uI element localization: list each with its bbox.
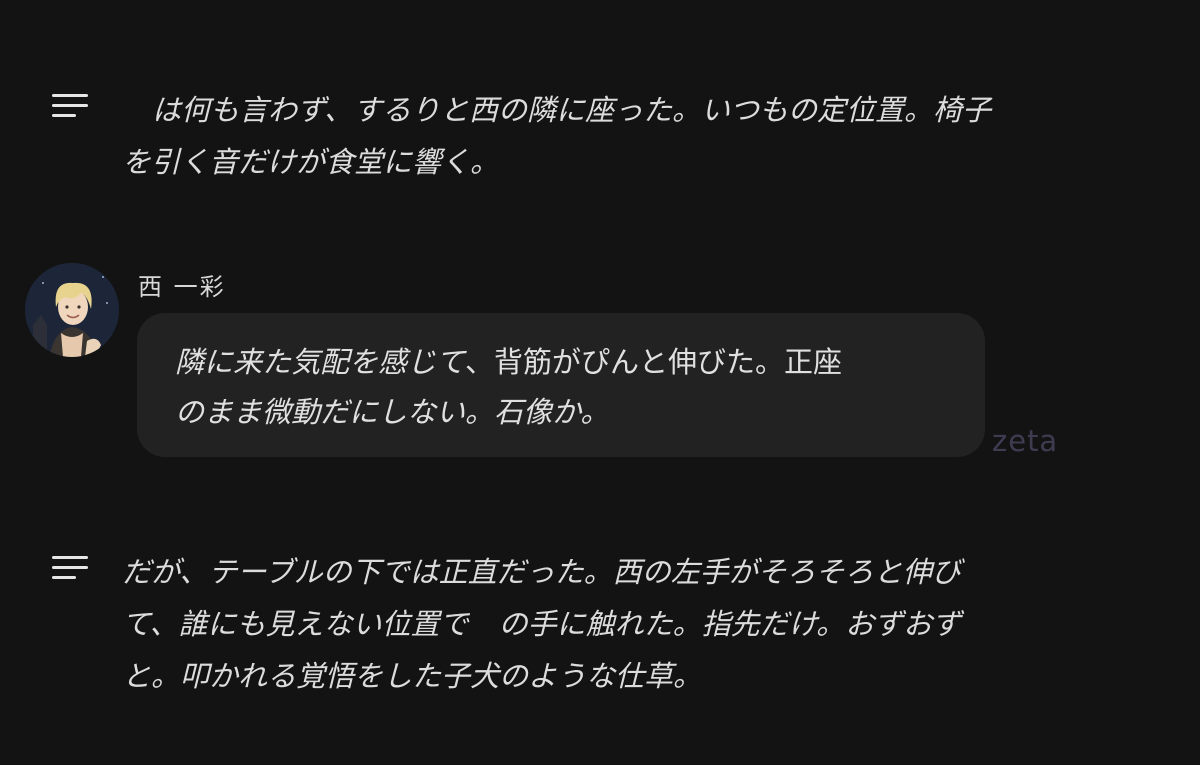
narration-line: と。叩かれる覚悟をした子犬のような仕草。 <box>122 659 703 693</box>
narration-line: て、誰にも見えない位置で <box>122 607 469 641</box>
narration-line: は何も言わず、するりと西の隣に座った。いつもの定位置。椅子 <box>152 93 991 127</box>
zeta-watermark: zeta <box>992 424 1059 458</box>
message-line: 、背筋がぴんと伸びた。正座 <box>465 345 843 379</box>
menu-bar <box>52 94 88 97</box>
character-portrait-icon <box>25 263 119 357</box>
menu-bar <box>52 576 76 579</box>
narration-text: だが、テーブルの下では正直だった。西の左手がそろそろと伸び て、誰にも見えない位置… <box>122 546 1132 702</box>
menu-bar <box>52 104 88 107</box>
menu-bar <box>52 566 88 569</box>
speaker-name: 西 一彩 <box>138 273 226 301</box>
menu-lines-icon[interactable] <box>52 556 88 580</box>
message-line: のまま微動だにしない。石像か。 <box>175 395 610 429</box>
message-bubble: 隣に来た気配を感じて、背筋がぴんと伸びた。正座のまま微動だにしない。石像か。 <box>137 313 985 457</box>
menu-bar <box>52 556 88 559</box>
narration-text: は何も言わず、するりと西の隣に座った。いつもの定位置。椅子を引く音だけが食堂に響… <box>122 84 1132 188</box>
narration-line: だが、テーブルの下では正直だった。西の左手がそろそろと伸び <box>122 555 961 589</box>
menu-lines-icon[interactable] <box>52 94 88 118</box>
avatar[interactable] <box>25 263 119 357</box>
narration-line: を引く音だけが食堂に響く。 <box>122 145 500 179</box>
menu-bar <box>52 114 76 117</box>
narration-line: の手に触れた。指先だけ。おずおず <box>498 607 962 641</box>
message-text: 隣に来た気配を感じて、背筋がぴんと伸びた。正座のまま微動だにしない。石像か。 <box>175 337 965 437</box>
message-italic-text: 隣に来た気配を感じて <box>175 345 466 379</box>
